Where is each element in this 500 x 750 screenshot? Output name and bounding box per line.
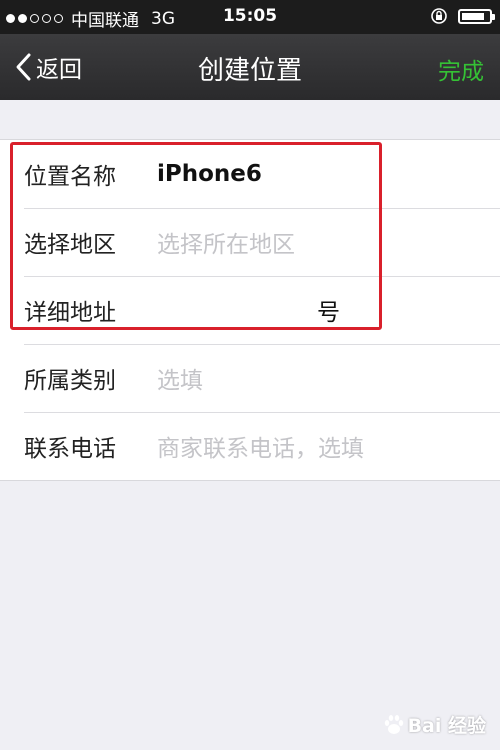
address-input[interactable]: 号 — [317, 293, 340, 327]
page-title: 创建位置 — [197, 56, 302, 86]
form-row-region[interactable]: 选择地区 选择所在地区 — [0, 208, 500, 276]
field-label: 选择地区 — [24, 232, 116, 258]
nav-bar: 返回 创建位置 完成 — [0, 34, 500, 100]
rotation-lock-icon — [431, 8, 447, 24]
form-row-address[interactable]: 详细地址 号 — [0, 276, 500, 344]
field-label: 位置名称 — [24, 164, 116, 190]
status-time: 15:05 — [222, 6, 278, 26]
location-name-input[interactable]: iPhone6 — [157, 161, 262, 187]
field-label: 详细地址 — [24, 300, 116, 326]
category-input[interactable]: 选填 — [157, 361, 203, 395]
location-form: 位置名称 iPhone6 选择地区 选择所在地区 详细地址 号 所属类别 选填 … — [0, 139, 500, 481]
battery-icon — [458, 8, 495, 24]
phone-input[interactable]: 商家联系电话，选填 — [157, 429, 364, 463]
field-label: 联系电话 — [24, 436, 116, 462]
done-button[interactable]: 完成 — [438, 52, 484, 86]
status-bar: 中国联通 3G 15:05 — [0, 0, 500, 34]
form-row-category[interactable]: 所属类别 选填 — [0, 344, 500, 412]
region-select[interactable]: 选择所在地区 — [157, 225, 295, 259]
watermark-text: Bai 经验 — [407, 715, 486, 737]
watermark: Bai 经验 — [382, 711, 486, 738]
status-right — [430, 7, 495, 25]
form-row-name[interactable]: 位置名称 iPhone6 — [0, 140, 500, 208]
paw-icon — [384, 714, 403, 734]
form-row-phone[interactable]: 联系电话 商家联系电话，选填 — [0, 412, 500, 480]
battery-fill — [462, 12, 484, 20]
field-label: 所属类别 — [24, 368, 116, 394]
